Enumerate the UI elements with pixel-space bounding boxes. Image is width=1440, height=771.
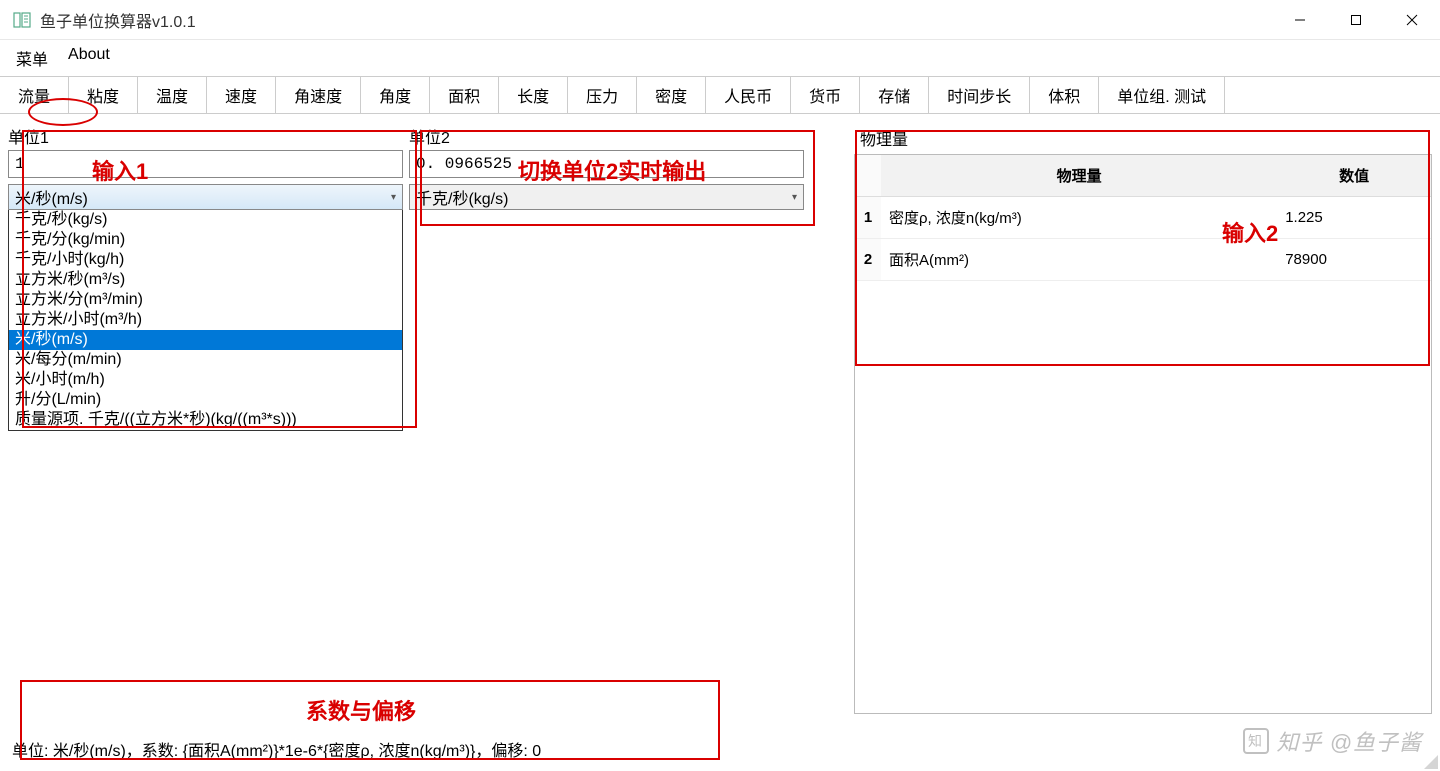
- tab-flow[interactable]: 流量: [0, 77, 69, 113]
- tab-density[interactable]: 密度: [637, 77, 706, 113]
- tab-angle[interactable]: 角度: [361, 77, 430, 113]
- tab-area[interactable]: 面积: [430, 77, 499, 113]
- watermark: 知 知乎 @鱼子酱: [1243, 725, 1422, 757]
- dropdown-item[interactable]: 升/分(L/min): [9, 390, 402, 410]
- window-titlebar: 鱼子单位换算器v1.0.1: [0, 0, 1440, 40]
- unit1-combo-text: 米/秒(m/s): [15, 185, 88, 209]
- window-controls: [1272, 0, 1440, 40]
- unit1-label: 单位1: [8, 124, 403, 148]
- tab-pressure[interactable]: 压力: [568, 77, 637, 113]
- cell-value[interactable]: 78900: [1277, 239, 1431, 281]
- chevron-down-icon: ▾: [391, 192, 396, 203]
- table-row[interactable]: 1 密度ρ, 浓度n(kg/m³) 1.225: [855, 197, 1431, 239]
- cell-name: 密度ρ, 浓度n(kg/m³): [881, 197, 1277, 239]
- unit1-combo[interactable]: 米/秒(m/s) ▾: [8, 184, 403, 210]
- titlebar-left: 鱼子单位换算器v1.0.1: [12, 8, 196, 32]
- dropdown-item[interactable]: 千克/秒(kg/s): [9, 210, 402, 230]
- tab-currency[interactable]: 货币: [791, 77, 860, 113]
- tab-timestep[interactable]: 时间步长: [929, 77, 1030, 113]
- menubar: 菜单 About: [0, 40, 1440, 76]
- dropdown-item[interactable]: 千克/小时(kg/h): [9, 250, 402, 270]
- tab-temperature[interactable]: 温度: [138, 77, 207, 113]
- tab-rmb[interactable]: 人民币: [706, 77, 791, 113]
- unit2-value-output[interactable]: [409, 150, 804, 178]
- dropdown-item-selected[interactable]: 米/秒(m/s): [9, 330, 402, 350]
- cell-value[interactable]: 1.225: [1277, 197, 1431, 239]
- dropdown-item[interactable]: 立方米/秒(m³/s): [9, 270, 402, 290]
- th-name: 物理量: [881, 155, 1277, 197]
- dropdown-item[interactable]: 米/小时(m/h): [9, 370, 402, 390]
- cell-index: 1: [855, 197, 881, 239]
- dropdown-item[interactable]: 立方米/小时(m³/h): [9, 310, 402, 330]
- tab-length[interactable]: 长度: [499, 77, 568, 113]
- tab-velocity[interactable]: 速度: [207, 77, 276, 113]
- footer: 单位: 米/秒(m/s)，系数: {面积A(mm²)}*1e-6*{密度ρ, 浓…: [8, 731, 1432, 767]
- window-title: 鱼子单位换算器v1.0.1: [40, 8, 196, 32]
- menu-item-about[interactable]: About: [68, 46, 110, 70]
- tab-storage[interactable]: 存储: [860, 77, 929, 113]
- dropdown-item[interactable]: 千克/分(kg/min): [9, 230, 402, 250]
- zhihu-icon: 知: [1243, 728, 1269, 754]
- dropdown-item[interactable]: 立方米/分(m³/min): [9, 290, 402, 310]
- main-content: 单位1 米/秒(m/s) ▾ 千克/秒(kg/s) 千克/分(kg/min) 千…: [0, 114, 1440, 724]
- th-index: [855, 155, 881, 197]
- watermark-text: 知乎 @鱼子酱: [1277, 725, 1422, 757]
- unit2-column: 单位2 千克/秒(kg/s) ▾: [409, 124, 804, 714]
- unit1-column: 单位1 米/秒(m/s) ▾ 千克/秒(kg/s) 千克/分(kg/min) 千…: [8, 124, 403, 714]
- tab-viscosity[interactable]: 粘度: [69, 77, 138, 113]
- unit2-combo-text: 千克/秒(kg/s): [416, 185, 508, 209]
- dropdown-item[interactable]: 质量源项. 千克/((立方米*秒)(kg/((m³*s))): [9, 410, 402, 430]
- app-icon: [12, 10, 32, 30]
- phys-table: 物理量 数值 1 密度ρ, 浓度n(kg/m³) 1.225 2 面积A(mm²…: [855, 155, 1431, 281]
- unit2-combo[interactable]: 千克/秒(kg/s) ▾: [409, 184, 804, 210]
- cell-index: 2: [855, 239, 881, 281]
- coefficient-status: 单位: 米/秒(m/s)，系数: {面积A(mm²)}*1e-6*{密度ρ, 浓…: [8, 731, 1432, 767]
- unit1-dropdown[interactable]: 千克/秒(kg/s) 千克/分(kg/min) 千克/小时(kg/h) 立方米/…: [8, 210, 403, 431]
- tab-unit-group-test[interactable]: 单位组. 测试: [1099, 77, 1225, 113]
- table-row[interactable]: 2 面积A(mm²) 78900: [855, 239, 1431, 281]
- phys-label: 物理量: [854, 124, 1432, 152]
- maximize-button[interactable]: [1328, 0, 1384, 40]
- menu-item-file[interactable]: 菜单: [16, 46, 48, 70]
- chevron-down-icon: ▾: [792, 192, 797, 203]
- physical-quantity-column: 物理量 物理量 数值 1 密度ρ, 浓度n(kg/m³) 1.225: [854, 124, 1432, 714]
- cell-name: 面积A(mm²): [881, 239, 1277, 281]
- dropdown-item[interactable]: 米/每分(m/min): [9, 350, 402, 370]
- tab-volume[interactable]: 体积: [1030, 77, 1099, 113]
- close-button[interactable]: [1384, 0, 1440, 40]
- minimize-button[interactable]: [1272, 0, 1328, 40]
- th-value: 数值: [1277, 155, 1431, 197]
- unit2-label: 单位2: [409, 124, 804, 148]
- tab-bar: 流量 粘度 温度 速度 角速度 角度 面积 长度 压力 密度 人民币 货币 存储…: [0, 76, 1440, 114]
- tab-angular-velocity[interactable]: 角速度: [276, 77, 361, 113]
- unit1-value-input[interactable]: [8, 150, 403, 178]
- phys-panel: 物理量 数值 1 密度ρ, 浓度n(kg/m³) 1.225 2 面积A(mm²…: [854, 154, 1432, 714]
- resize-grip-icon[interactable]: [1424, 755, 1438, 769]
